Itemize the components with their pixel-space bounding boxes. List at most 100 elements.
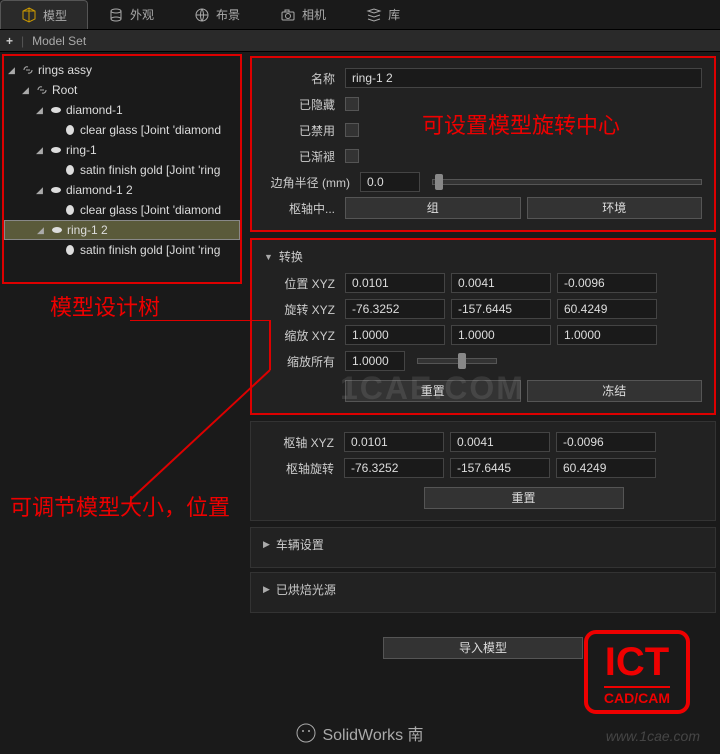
ict-logo-big: ICT bbox=[604, 642, 670, 682]
tree-node[interactable]: ◢ ring-1 bbox=[4, 140, 240, 160]
chevron-right-icon: ▶ bbox=[263, 539, 270, 550]
tree-node[interactable]: satin finish gold [Joint 'ring bbox=[4, 160, 240, 180]
pivot-rot-y-input[interactable] bbox=[450, 458, 550, 478]
tree-node[interactable]: ◢ diamond-1 bbox=[4, 100, 240, 120]
tab-model[interactable]: 模型 bbox=[0, 0, 88, 29]
tab-label: 模型 bbox=[43, 7, 67, 24]
position-y-input[interactable] bbox=[451, 273, 551, 293]
tree-label: rings assy bbox=[38, 63, 92, 77]
disabled-label: 已禁用 bbox=[264, 122, 339, 139]
pivot-x-input[interactable] bbox=[344, 432, 444, 452]
part-icon bbox=[49, 103, 63, 117]
tree-label: diamond-1 bbox=[66, 103, 123, 117]
pivot-rot-x-input[interactable] bbox=[344, 458, 444, 478]
tab-camera[interactable]: 相机 bbox=[260, 0, 346, 29]
tab-label: 布景 bbox=[216, 6, 240, 23]
tab-layout[interactable]: 布景 bbox=[174, 0, 260, 29]
material-icon bbox=[63, 243, 77, 257]
position-x-input[interactable] bbox=[345, 273, 445, 293]
modelset-label[interactable]: Model Set bbox=[32, 34, 86, 48]
tree-label: satin finish gold [Joint 'ring bbox=[80, 163, 220, 177]
wechat-icon bbox=[296, 723, 316, 743]
position-label: 位置 XYZ bbox=[264, 275, 339, 292]
import-model-button[interactable]: 导入模型 bbox=[383, 637, 583, 659]
hidden-checkbox[interactable] bbox=[345, 97, 359, 111]
baked-light-label: 已烘焙光源 bbox=[276, 581, 336, 598]
environment-button[interactable]: 环境 bbox=[527, 197, 703, 219]
pivot-rot-label: 枢轴旋转 bbox=[263, 460, 338, 477]
tree-label: Root bbox=[52, 83, 77, 97]
material-icon bbox=[63, 163, 77, 177]
tab-appearance[interactable]: 外观 bbox=[88, 0, 174, 29]
group-button[interactable]: 组 bbox=[345, 197, 521, 219]
disabled-checkbox[interactable] bbox=[345, 123, 359, 137]
scaleall-slider[interactable] bbox=[417, 358, 497, 364]
add-button[interactable]: + bbox=[6, 34, 13, 48]
tree-node[interactable]: ◢ rings assy bbox=[4, 60, 240, 80]
pivot-center-label: 枢轴中... bbox=[264, 200, 339, 217]
annotation-adjust: 可调节模型大小，位置 bbox=[10, 490, 230, 522]
baked-light-panel[interactable]: ▶ 已烘焙光源 bbox=[250, 572, 716, 613]
part-icon bbox=[50, 223, 64, 237]
tree-label: ring-1 2 bbox=[67, 223, 108, 237]
subbar: + | Model Set bbox=[0, 30, 720, 52]
camera-icon bbox=[280, 7, 296, 23]
tree-node[interactable]: ◢ diamond-1 2 bbox=[4, 180, 240, 200]
fade-checkbox[interactable] bbox=[345, 149, 359, 163]
radius-input[interactable] bbox=[360, 172, 420, 192]
rotation-label: 旋转 XYZ bbox=[264, 301, 339, 318]
cube-icon bbox=[21, 7, 37, 23]
annotation-tree: 模型设计树 bbox=[50, 290, 160, 322]
pivot-xyz-label: 枢轴 XYZ bbox=[263, 434, 338, 451]
pivot-reset-button[interactable]: 重置 bbox=[424, 487, 624, 509]
pivot-y-input[interactable] bbox=[450, 432, 550, 452]
scaleall-input[interactable] bbox=[345, 351, 405, 371]
transform-panel: ▼ 转换 位置 XYZ 旋转 XYZ 缩放 XYZ bbox=[250, 238, 716, 415]
transform-header[interactable]: ▼ 转换 bbox=[264, 248, 702, 265]
scale-z-input[interactable] bbox=[557, 325, 657, 345]
tree-node[interactable]: satin finish gold [Joint 'ring bbox=[4, 240, 240, 260]
pivot-rot-z-input[interactable] bbox=[556, 458, 656, 478]
rotation-z-input[interactable] bbox=[557, 299, 657, 319]
part-icon bbox=[49, 143, 63, 157]
model-tree: ◢ rings assy ◢ Root ◢ diamond-1 bbox=[2, 54, 242, 284]
globe-icon bbox=[194, 7, 210, 23]
tree-label: diamond-1 2 bbox=[66, 183, 133, 197]
scale-y-input[interactable] bbox=[451, 325, 551, 345]
reset-button[interactable]: 重置 bbox=[345, 380, 521, 402]
transform-title: 转换 bbox=[279, 248, 303, 265]
radius-slider[interactable] bbox=[432, 179, 702, 185]
pivot-z-input[interactable] bbox=[556, 432, 656, 452]
tab-library[interactable]: 库 bbox=[346, 0, 420, 29]
tree-node[interactable]: clear glass [Joint 'diamond bbox=[4, 200, 240, 220]
tree-label: satin finish gold [Joint 'ring bbox=[80, 243, 220, 257]
vehicle-settings-label: 车辆设置 bbox=[276, 536, 324, 553]
scaleall-label: 缩放所有 bbox=[264, 353, 339, 370]
material-icon bbox=[63, 123, 77, 137]
freeze-button[interactable]: 冻结 bbox=[527, 380, 703, 402]
fade-label: 已渐褪 bbox=[264, 148, 339, 165]
pivot-panel: 枢轴 XYZ 枢轴旋转 重置 bbox=[250, 421, 716, 521]
chevron-down-icon: ▼ bbox=[264, 252, 273, 262]
scale-x-input[interactable] bbox=[345, 325, 445, 345]
cylinder-icon bbox=[108, 7, 124, 23]
footer-url: www.1cae.com bbox=[606, 728, 700, 744]
tab-label: 库 bbox=[388, 6, 400, 23]
annotation-rotation-center: 可设置模型旋转中心 bbox=[422, 108, 620, 140]
tree-node[interactable]: ◢ Root bbox=[4, 80, 240, 100]
position-z-input[interactable] bbox=[557, 273, 657, 293]
ict-logo-small: CAD/CAM bbox=[604, 686, 670, 706]
name-input[interactable] bbox=[345, 68, 702, 88]
vehicle-settings-panel[interactable]: ▶ 车辆设置 bbox=[250, 527, 716, 568]
material-icon bbox=[63, 203, 77, 217]
tree-node[interactable]: clear glass [Joint 'diamond bbox=[4, 120, 240, 140]
tree-node-selected[interactable]: ◢ ring-1 2 bbox=[4, 220, 240, 240]
tree-label: clear glass [Joint 'diamond bbox=[80, 203, 221, 217]
rotation-y-input[interactable] bbox=[451, 299, 551, 319]
hidden-label: 已隐藏 bbox=[264, 96, 339, 113]
link-icon bbox=[21, 63, 35, 77]
top-tabs: 模型 外观 布景 相机 库 bbox=[0, 0, 720, 30]
ict-logo: ICT CAD/CAM bbox=[584, 630, 690, 714]
scale-label: 缩放 XYZ bbox=[264, 327, 339, 344]
rotation-x-input[interactable] bbox=[345, 299, 445, 319]
